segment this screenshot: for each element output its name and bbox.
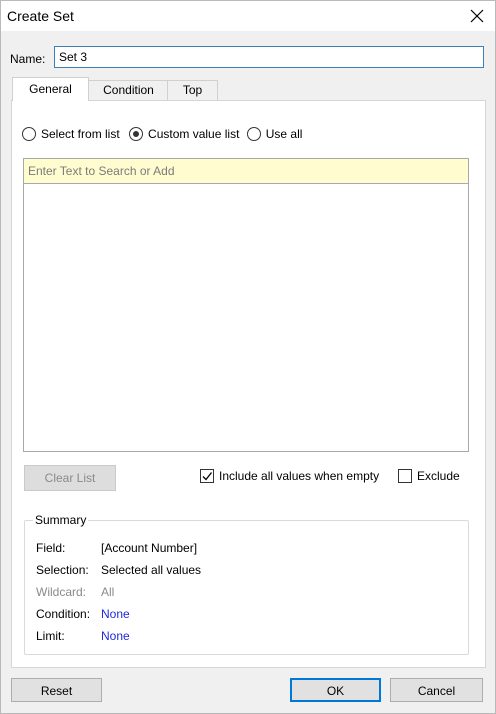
- summary-value: [Account Number]: [101, 541, 198, 555]
- general-tab-panel: Select from list Custom value list Use a…: [11, 100, 486, 668]
- tab-general[interactable]: General: [12, 77, 89, 101]
- radio-label: Custom value list: [148, 127, 240, 142]
- radio-label: Use all: [265, 127, 303, 142]
- dialog-title: Create Set: [7, 8, 74, 24]
- radio-custom-value-list[interactable]: Custom value list: [129, 126, 240, 142]
- limit-link[interactable]: None: [101, 629, 130, 643]
- summary-title: Summary: [33, 513, 89, 527]
- radio-circle: [246, 127, 261, 142]
- condition-link[interactable]: None: [101, 607, 130, 621]
- summary-value: All: [101, 585, 115, 599]
- checkbox-box: [398, 468, 412, 483]
- summary-row-limit: Limit: None: [36, 629, 130, 643]
- summary-key: Field:: [36, 541, 66, 555]
- radio-circle: [22, 127, 36, 142]
- summary-row-condition: Condition: None: [36, 607, 130, 621]
- mode-radio-group: Select from list Custom value list Use a…: [22, 126, 302, 144]
- include-all-when-empty-checkbox[interactable]: Include all values when empty: [200, 468, 379, 486]
- checkbox-label: Include all values when empty: [219, 468, 380, 483]
- summary-group: Summary Field: [Account Number] Selection…: [24, 513, 469, 655]
- checkbox-label: Exclude: [417, 468, 460, 483]
- close-button[interactable]: [467, 6, 487, 26]
- radio-select-from-list[interactable]: Select from list: [22, 126, 120, 142]
- close-icon: [470, 9, 484, 23]
- tab-condition[interactable]: Condition: [88, 80, 169, 100]
- clear-list-button[interactable]: Clear List: [24, 465, 116, 491]
- checkbox-box: [200, 468, 214, 483]
- tab-top[interactable]: Top: [167, 80, 218, 100]
- summary-row-field: Field: [Account Number]: [36, 541, 197, 555]
- summary-row-selection: Selection: Selected all values: [36, 563, 201, 577]
- radio-label: Select from list: [41, 127, 120, 142]
- summary-value: Selected all values: [101, 563, 202, 577]
- reset-button[interactable]: Reset: [11, 678, 102, 702]
- summary-key: Selection:: [36, 563, 89, 577]
- name-label: Name:: [10, 52, 46, 66]
- title-bar: Create Set: [1, 1, 495, 31]
- ok-button[interactable]: OK: [290, 678, 381, 702]
- checkmark-icon: [202, 471, 213, 481]
- custom-value-list[interactable]: [23, 158, 469, 452]
- exclude-checkbox[interactable]: Exclude: [398, 468, 460, 486]
- create-set-dialog: Create Set Name: General Condition Top S…: [0, 0, 496, 714]
- summary-row-wildcard: Wildcard: All: [36, 585, 114, 599]
- summary-key: Condition:: [36, 607, 91, 621]
- radio-use-all[interactable]: Use all: [246, 126, 303, 142]
- search-add-input[interactable]: [24, 159, 468, 184]
- summary-key: Limit:: [36, 629, 65, 643]
- radio-circle: [129, 127, 144, 142]
- name-input[interactable]: [54, 46, 484, 68]
- cancel-button[interactable]: Cancel: [390, 678, 483, 702]
- summary-key: Wildcard:: [36, 585, 87, 599]
